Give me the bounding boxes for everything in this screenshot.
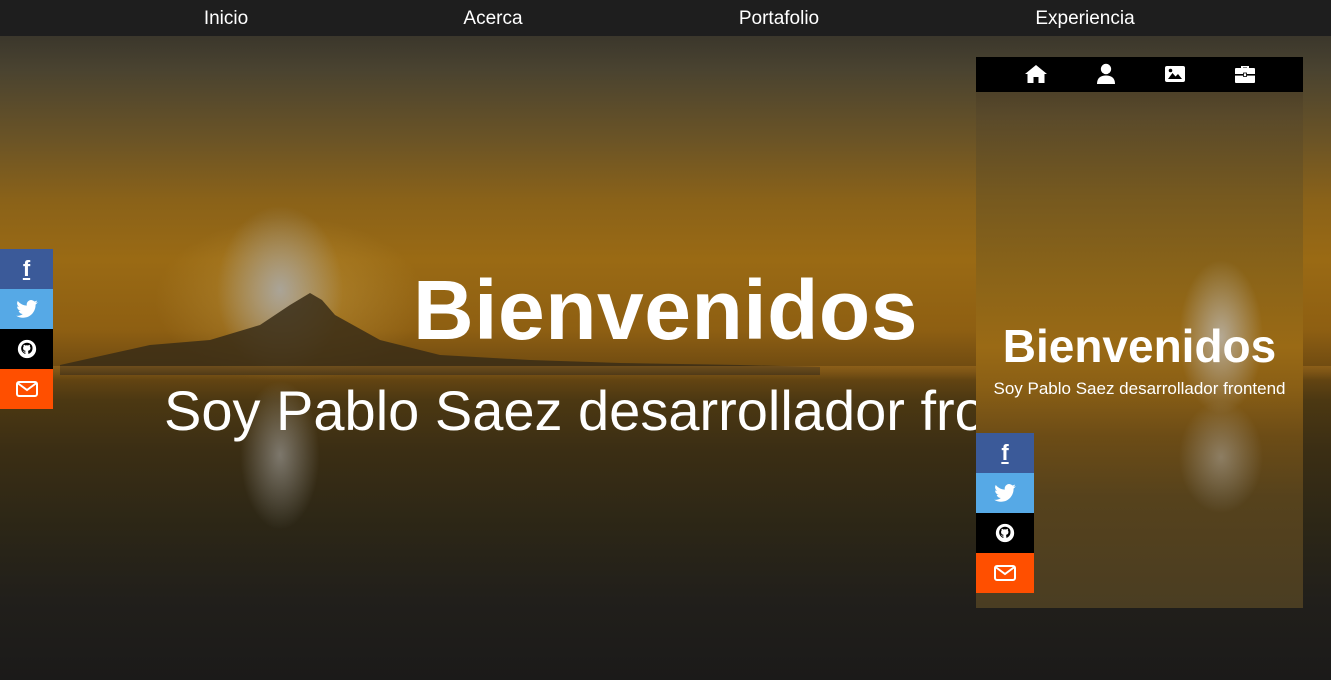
github-icon xyxy=(17,339,36,359)
facebook-icon: f xyxy=(22,256,31,281)
github-icon xyxy=(995,523,1015,543)
mobile-github-button[interactable] xyxy=(976,513,1034,553)
nav-link-experiencia[interactable]: Experiencia xyxy=(1035,0,1134,38)
image-icon[interactable] xyxy=(1163,63,1187,85)
mail-icon xyxy=(15,381,38,397)
mobile-navigation xyxy=(976,57,1303,92)
social-sidebar: f xyxy=(0,249,53,409)
user-icon[interactable] xyxy=(1094,63,1118,85)
mobile-hero-subtitle: Soy Pablo Saez desarrollador frontend xyxy=(993,379,1286,398)
twitter-button[interactable] xyxy=(0,289,53,329)
home-icon[interactable] xyxy=(1024,63,1048,85)
facebook-icon: f xyxy=(1001,440,1009,465)
nav-link-inicio[interactable]: Inicio xyxy=(204,0,248,38)
github-button[interactable] xyxy=(0,329,53,369)
mail-icon xyxy=(994,565,1016,581)
mobile-hero-title: Bienvenidos xyxy=(1002,320,1277,372)
twitter-icon xyxy=(15,300,38,318)
top-navigation: Inicio Acerca Portafolio Experiencia xyxy=(0,0,1331,36)
twitter-icon xyxy=(994,484,1016,502)
mail-button[interactable] xyxy=(0,369,53,409)
nav-link-portafolio[interactable]: Portafolio xyxy=(739,0,819,38)
mobile-social-sidebar: f xyxy=(976,433,1034,593)
nav-link-acerca[interactable]: Acerca xyxy=(463,0,522,38)
mobile-facebook-button[interactable]: f xyxy=(976,433,1034,473)
briefcase-icon[interactable] xyxy=(1233,63,1257,85)
mobile-preview: Bienvenidos Soy Pablo Saez desarrollador… xyxy=(976,57,1303,608)
mobile-twitter-button[interactable] xyxy=(976,473,1034,513)
facebook-button[interactable]: f xyxy=(0,249,53,289)
mobile-mail-button[interactable] xyxy=(976,553,1034,593)
